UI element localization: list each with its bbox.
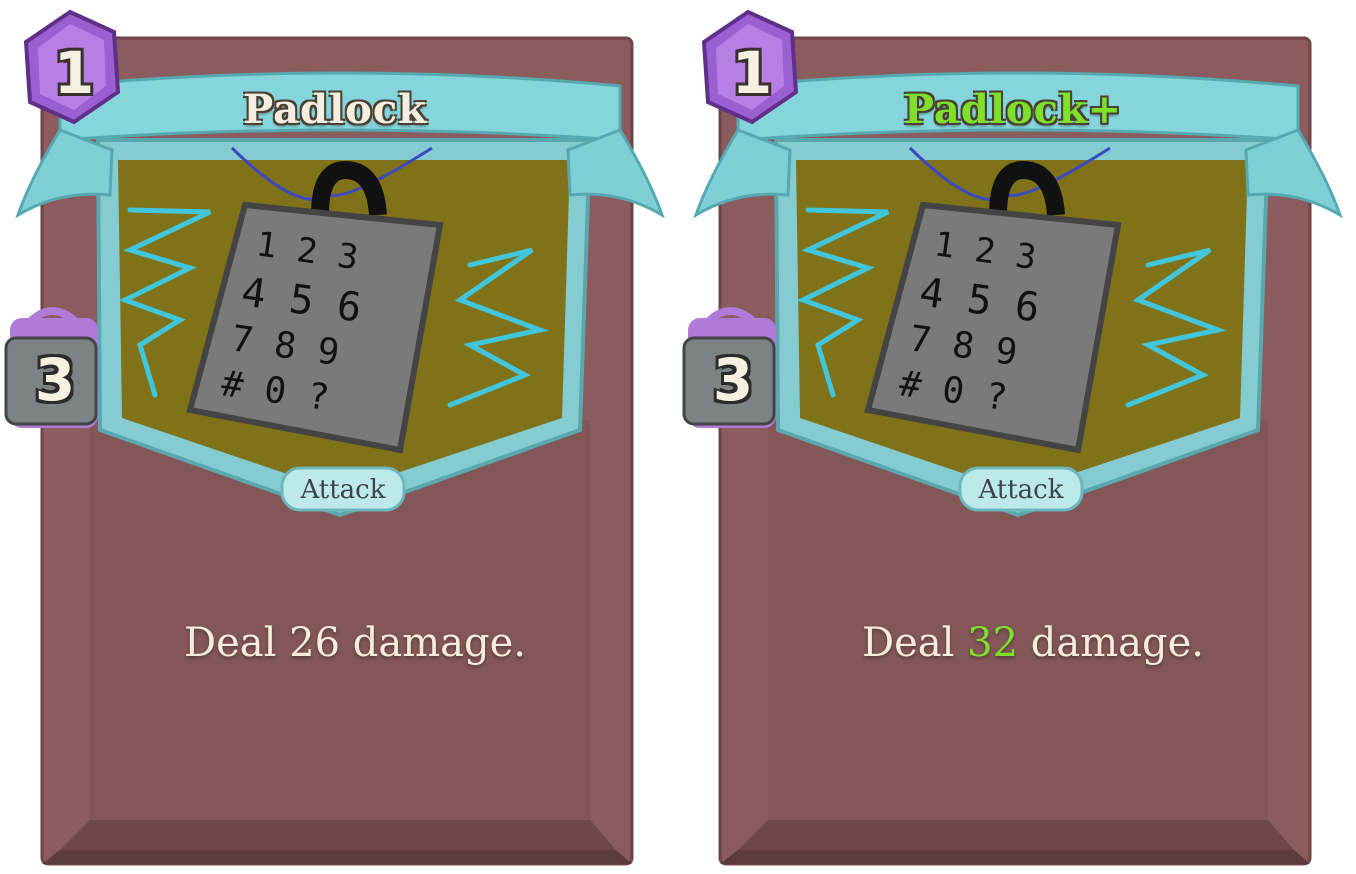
desc-prefix: Deal xyxy=(862,620,968,666)
card-padlock-upgraded[interactable]: 1 2 3 4 5 6 7 8 9 # 0 ? 1 3 Padlock+ Att… xyxy=(678,0,1356,874)
card-description: Deal 26 damage. xyxy=(120,620,590,680)
lock-value: 3 xyxy=(34,346,76,414)
energy-cost: 1 xyxy=(731,39,773,107)
energy-cost: 1 xyxy=(53,39,95,107)
card-type: Attack xyxy=(300,475,386,505)
damage-value: 32 xyxy=(967,620,1019,666)
card-padlock[interactable]: 1 2 3 4 5 6 7 8 9 # 0 ? 1 3 Padlock Atta… xyxy=(0,0,678,874)
lock-value: 3 xyxy=(712,346,754,414)
card-title: Padlock xyxy=(243,86,427,133)
card-title: Padlock+ xyxy=(903,86,1123,133)
damage-value: 26 xyxy=(289,620,341,666)
card-description: Deal 32 damage. xyxy=(798,620,1268,680)
desc-prefix: Deal xyxy=(184,620,290,666)
desc-suffix: damage. xyxy=(340,620,526,666)
desc-suffix: damage. xyxy=(1018,620,1204,666)
card-type: Attack xyxy=(978,475,1064,505)
